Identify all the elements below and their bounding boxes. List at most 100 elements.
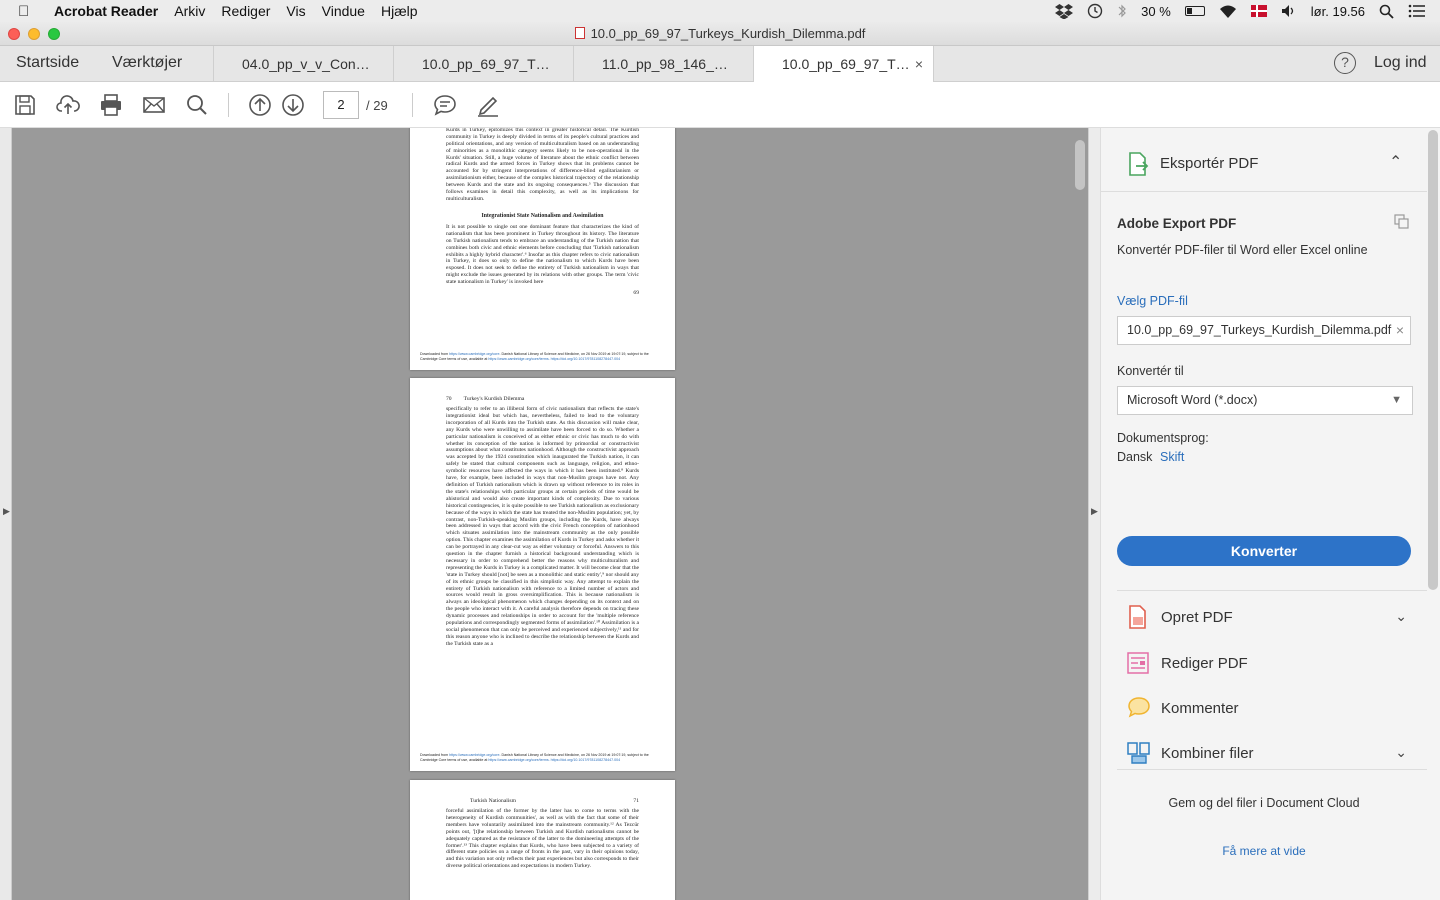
clear-file-icon[interactable]: × (1396, 317, 1404, 344)
tool-combine-files[interactable]: Kombiner filer ⌄ (1117, 733, 1427, 773)
document-tab-label: 04.0_pp_v_v_Con… (242, 56, 370, 72)
menu-window[interactable]: Vindue (322, 3, 365, 19)
page-number-input[interactable]: 2 (323, 91, 359, 119)
edit-pdf-icon (1127, 652, 1149, 674)
menu-edit[interactable]: Rediger (221, 3, 270, 19)
tool-edit-pdf[interactable]: Rediger PDF (1117, 643, 1427, 683)
tab-divider (933, 46, 934, 82)
convert-to-label: Konvertér til (1117, 364, 1184, 378)
page-number: 69 (633, 290, 639, 297)
convert-button[interactable]: Konverter (1117, 536, 1411, 566)
document-tab-label: 10.0_pp_69_97_T… (782, 56, 910, 72)
sign-icon[interactable] (476, 93, 500, 117)
section-heading: Integrationist State Nationalism and Ass… (481, 212, 604, 219)
tool-comment[interactable]: Kommenter (1117, 688, 1427, 728)
document-tab-2[interactable]: 10.0_pp_69_97_T… (393, 46, 573, 82)
notification-center-icon[interactable] (1408, 4, 1426, 18)
expand-left-icon: ▶ (3, 506, 10, 516)
export-pdf-icon (1129, 152, 1149, 176)
running-head-title: Turkey's Kurdish Dilemma (463, 396, 525, 402)
page-paragraph: It is not possible to single out one dom… (446, 223, 639, 286)
search-icon[interactable] (185, 93, 209, 117)
spotlight-icon[interactable] (1379, 4, 1394, 19)
document-cloud-text: Gem og del filer i Document Cloud (1168, 796, 1360, 810)
login-link[interactable]: Log ind (1374, 54, 1427, 72)
save-icon[interactable] (13, 93, 37, 117)
left-panel-toggle[interactable]: ▶ (0, 128, 12, 900)
print-icon[interactable] (99, 93, 123, 117)
menu-view[interactable]: Vis (286, 3, 305, 19)
selected-file-name: 10.0_pp_69_97_Turkeys_Kurdish_Dilemma.pd… (1127, 323, 1392, 337)
email-icon[interactable] (142, 93, 166, 117)
pdf-page-71: Turkish Nationalism 71 forceful assimilat… (410, 780, 675, 900)
footer-link[interactable]: https://www.cambridge.org/core (449, 753, 499, 757)
time-machine-icon[interactable] (1087, 3, 1103, 19)
chevron-down-icon[interactable]: ⌄ (1395, 744, 1407, 761)
footer-link[interactable]: https://www.cambridge.org/core (449, 352, 499, 356)
danish-flag-icon[interactable] (1250, 5, 1267, 17)
tab-home[interactable]: Startside (16, 54, 79, 72)
menu-file[interactable]: Arkiv (174, 3, 205, 19)
create-pdf-icon (1129, 605, 1146, 629)
comment-tool-icon (1128, 697, 1150, 718)
document-scrollbar[interactable] (1075, 140, 1085, 190)
document-tab-4-active[interactable]: 10.0_pp_69_97_T… × (753, 46, 933, 83)
help-icon[interactable]: ? (1334, 52, 1356, 74)
menu-help[interactable]: Hjælp (381, 3, 418, 19)
export-pdf-header[interactable]: Eksportér PDF ⌃ (1101, 128, 1427, 192)
close-tab-icon[interactable]: × (915, 46, 923, 82)
change-language-link[interactable]: Skift (1160, 450, 1184, 464)
previous-page-icon[interactable] (248, 93, 272, 117)
next-page-icon[interactable] (281, 93, 305, 117)
window-title-bar: 10.0_pp_69_97_Turkeys_Kurdish_Dilemma.pd… (0, 22, 1440, 46)
clock[interactable]: lør. 19.56 (1311, 4, 1365, 19)
choose-file-link[interactable]: Vælg PDF-fil (1117, 294, 1188, 308)
learn-more-link[interactable]: Få mere at vide (1101, 844, 1427, 858)
panel-scrollbar[interactable] (1428, 130, 1438, 590)
window-title: 10.0_pp_69_97_Turkeys_Kurdish_Dilemma.pd… (0, 26, 1440, 41)
window-title-text: 10.0_pp_69_97_Turkeys_Kurdish_Dilemma.pd… (590, 26, 866, 41)
bluetooth-icon[interactable] (1117, 3, 1127, 19)
chevron-up-icon[interactable]: ⌃ (1389, 152, 1402, 172)
dropbox-icon[interactable] (1055, 3, 1074, 19)
page-total: / 29 (366, 98, 388, 113)
document-viewer[interactable]: ▶ important for conceptual and practical… (0, 128, 1088, 900)
tool-label: Kombiner filer (1161, 745, 1254, 762)
page-paragraph: specifically to refer to an illiberal fo… (446, 406, 639, 647)
page-paragraph: forceful assimilation of the former by t… (446, 808, 639, 870)
chevron-down-icon: ▼ (1391, 394, 1402, 406)
comment-icon[interactable] (433, 93, 457, 117)
right-panel-toggle[interactable]: ▶ (1088, 128, 1100, 900)
document-tab-1[interactable]: 04.0_pp_v_v_Con… (213, 46, 393, 82)
apple-icon[interactable]:  (18, 3, 40, 20)
copy-icon[interactable] (1394, 214, 1410, 230)
toolbar-divider (228, 93, 229, 117)
pdf-page-70: 70 Turkey's Kurdish Dilemma specifically … (410, 378, 675, 771)
document-tab-3[interactable]: 11.0_pp_98_146_… (573, 46, 753, 82)
tool-label: Rediger PDF (1161, 655, 1248, 672)
service-title: Adobe Export PDF (1117, 216, 1237, 231)
tool-create-pdf[interactable]: Opret PDF ⌄ (1117, 597, 1427, 637)
volume-icon[interactable] (1281, 4, 1297, 18)
toolbar: 2 / 29 (0, 82, 1440, 128)
running-head-number: 70 (446, 396, 452, 402)
tools-list: Opret PDF ⌄ Rediger PDF Kommenter Kombin… (1117, 590, 1427, 770)
running-head: Turkish Nationalism 71 (446, 798, 639, 804)
tab-tools[interactable]: Værktøjer (112, 54, 182, 72)
battery-icon[interactable] (1184, 6, 1205, 16)
document-tab-label: 11.0_pp_98_146_… (602, 56, 728, 72)
selected-file-field[interactable]: 10.0_pp_69_97_Turkeys_Kurdish_Dilemma.pd… (1117, 316, 1411, 345)
chevron-down-icon[interactable]: ⌄ (1395, 608, 1407, 625)
document-language-label: Dokumentsprog: (1117, 431, 1209, 445)
convert-format-select[interactable]: Microsoft Word (*.docx) ▼ (1117, 386, 1413, 415)
footer-link[interactable]: https://www.cambridge.org/core/terms. ht… (488, 357, 620, 361)
running-head: 70 Turkey's Kurdish Dilemma (446, 396, 639, 402)
wifi-icon[interactable] (1219, 4, 1237, 18)
upload-icon[interactable] (56, 93, 80, 117)
menu-app-name[interactable]: Acrobat Reader (54, 3, 158, 19)
tab-bar: Startside Værktøjer 04.0_pp_v_v_Con… 10.… (0, 46, 1440, 83)
collapse-right-icon: ▶ (1091, 506, 1098, 516)
page-paragraph: important for conceptual and practical r… (446, 128, 639, 202)
service-description: Konvertér PDF-filer til Word eller Excel… (1117, 243, 1368, 257)
footer-link[interactable]: https://www.cambridge.org/core/terms. ht… (488, 758, 620, 762)
